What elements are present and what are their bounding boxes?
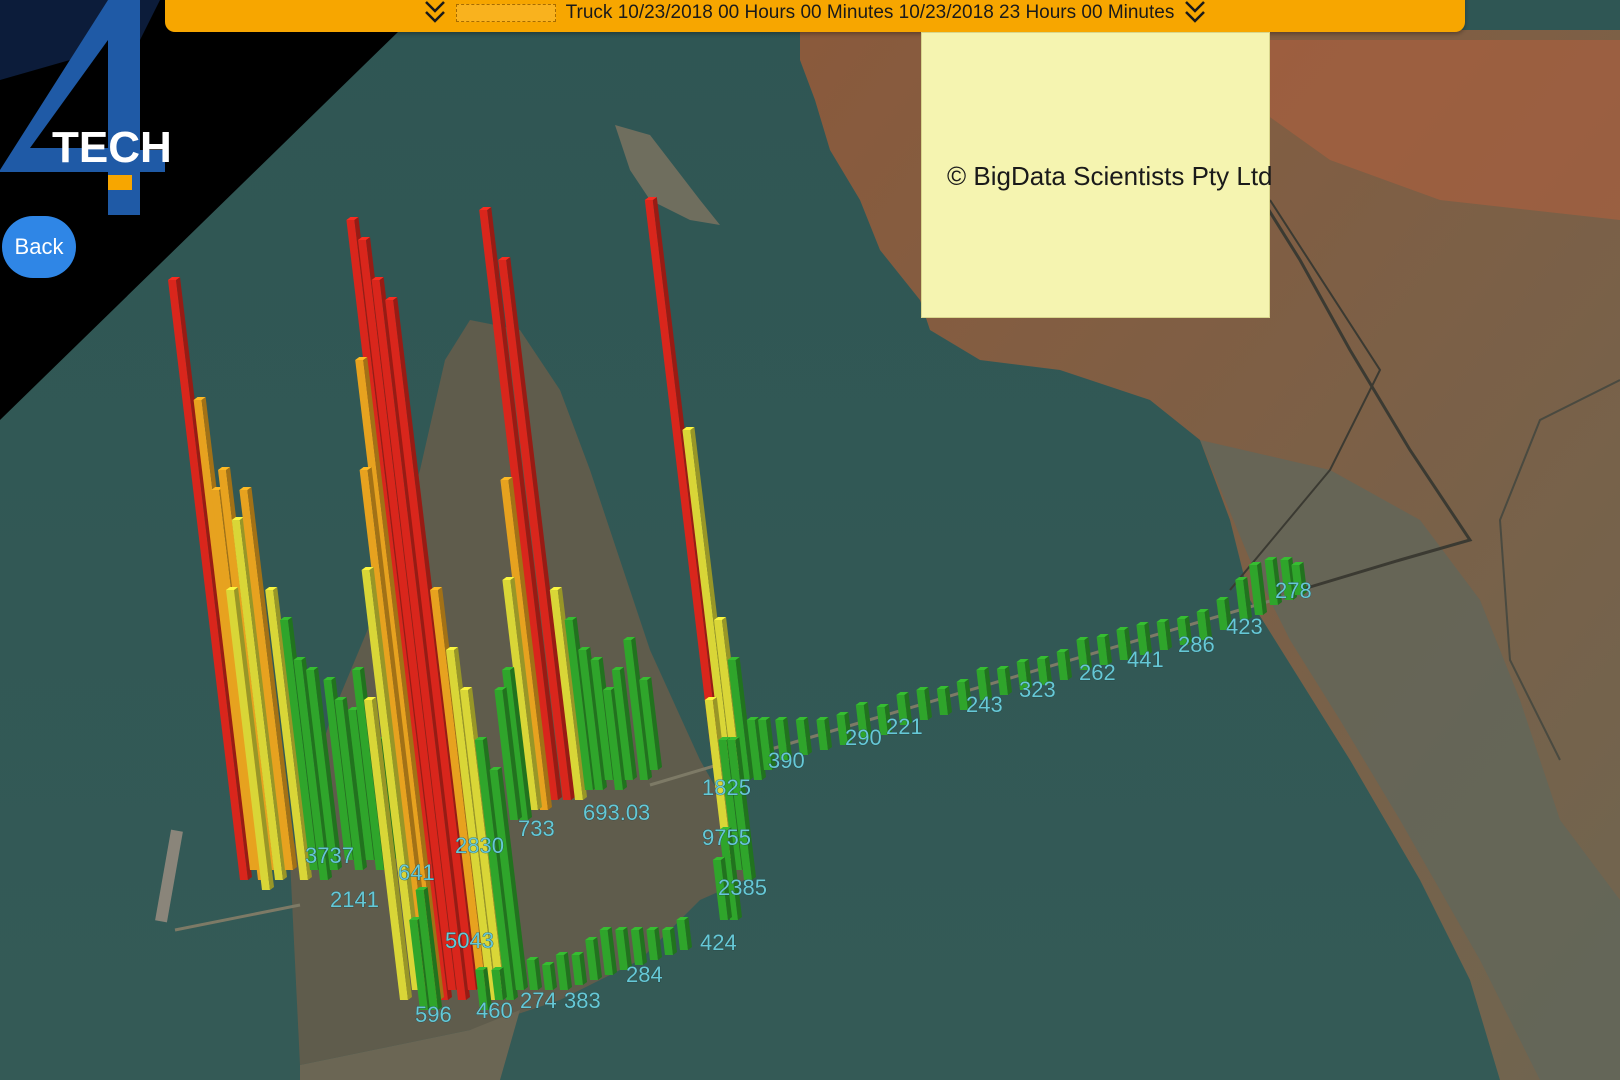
bar-column[interactable] xyxy=(662,927,677,955)
4tech-logo: TECH xyxy=(0,0,172,215)
bar-value-label: 243 xyxy=(966,692,1003,717)
bar-column[interactable] xyxy=(676,917,692,950)
copyright-text: © BigData Scientists Pty Ltd xyxy=(947,161,1273,191)
chevron-down-icon[interactable] xyxy=(1184,0,1206,26)
bar-column[interactable] xyxy=(585,937,602,980)
bar-column[interactable] xyxy=(555,952,572,990)
bar-value-label: 693.03 xyxy=(583,800,650,825)
bar-value-label: 284 xyxy=(626,962,663,987)
bar-column[interactable] xyxy=(1156,619,1172,650)
back-button[interactable]: Back xyxy=(2,216,76,278)
bar-value-label: 278 xyxy=(1275,578,1312,603)
bar-value-label: 390 xyxy=(768,748,805,773)
bar-overlay: 3737 2141 641 2830 733 693.03 5043 596 460 274 383… xyxy=(168,197,1312,1027)
bar-value-label: 441 xyxy=(1127,647,1164,672)
bar-value-label: 290 xyxy=(845,725,882,750)
banner-input-field[interactable] xyxy=(455,4,556,22)
time-filter-banner[interactable]: Truck 10/23/2018 00 Hours 00 Minutes 10/… xyxy=(165,0,1465,32)
bar-value-label: 2830 xyxy=(455,833,504,858)
bar-value-label: 221 xyxy=(886,714,923,739)
bar-value-label: 1825 xyxy=(702,775,751,800)
bar-value-label: 274 xyxy=(520,988,557,1013)
bar-value-label: 262 xyxy=(1079,660,1116,685)
bar-value-label: 3737 xyxy=(305,843,354,868)
bar-value-label: 460 xyxy=(476,998,513,1023)
bar-column[interactable] xyxy=(936,686,952,715)
bar-value-label: 733 xyxy=(518,816,555,841)
bar-column[interactable] xyxy=(1249,562,1267,615)
bar-column[interactable] xyxy=(571,952,587,985)
bar-column[interactable] xyxy=(646,927,662,960)
banner-text: Truck 10/23/2018 00 Hours 00 Minutes 10/… xyxy=(565,2,1175,23)
bar-column[interactable] xyxy=(526,957,542,990)
bar-column[interactable] xyxy=(1056,649,1072,680)
bar-value-label: 286 xyxy=(1178,632,1215,657)
copyright-panel: © BigData Scientists Pty Ltd xyxy=(921,32,1273,318)
bar-value-label: 383 xyxy=(564,988,601,1013)
bar-value-label: 5043 xyxy=(445,928,494,953)
bar-column[interactable] xyxy=(542,962,557,990)
chevron-down-icon[interactable] xyxy=(424,0,446,26)
bar-column[interactable] xyxy=(996,666,1012,695)
bar-value-label: 596 xyxy=(415,1002,452,1027)
bar-value-label: 323 xyxy=(1019,677,1056,702)
bar-value-label: 424 xyxy=(700,930,737,955)
bar-value-label: 423 xyxy=(1226,614,1263,639)
bar-value-label: 9755 xyxy=(702,825,751,850)
logo-text: TECH xyxy=(52,123,172,172)
bar-column[interactable] xyxy=(630,927,647,965)
bar-value-label: 2385 xyxy=(718,875,767,900)
bar-value-label: 2141 xyxy=(330,887,379,912)
bar-column[interactable] xyxy=(599,927,617,975)
bar-column[interactable] xyxy=(816,717,832,750)
bar-value-label: 641 xyxy=(398,860,435,885)
